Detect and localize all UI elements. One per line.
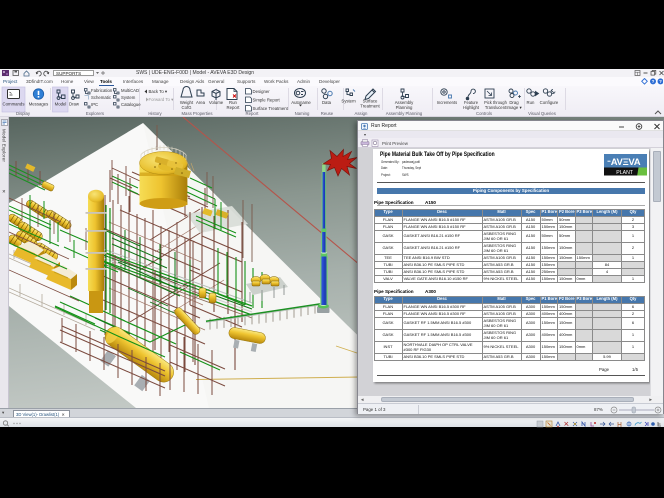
svg-text:Report: Report xyxy=(246,111,260,116)
svg-text:History: History xyxy=(148,111,162,116)
svg-text:Translucent: Translucent xyxy=(485,105,507,110)
svg-text:Treatment: Treatment xyxy=(360,104,380,109)
svg-text:MultiCAD: MultiCAD xyxy=(121,88,139,93)
svg-text:Commands: Commands xyxy=(3,102,25,107)
svg-text:Forward To ▾: Forward To ▾ xyxy=(149,97,174,102)
svg-text:Image ▾: Image ▾ xyxy=(506,105,521,110)
svg-text:Model: Model xyxy=(55,102,67,107)
svg-text:Area: Area xyxy=(196,100,206,105)
svg-text:PLANT: PLANT xyxy=(616,170,634,176)
svg-text:Messages: Messages xyxy=(29,102,49,107)
svg-text:Report: Report xyxy=(227,105,241,110)
svg-text:Autoname: Autoname xyxy=(291,100,311,105)
svg-text:System: System xyxy=(121,95,136,100)
svg-text:Configure: Configure xyxy=(540,100,559,105)
svg-text:?: ? xyxy=(652,79,655,84)
svg-text:Assembly Planning: Assembly Planning xyxy=(386,111,423,116)
svg-text:Data: Data xyxy=(322,100,332,105)
svg-text:AVΞVA: AVΞVA xyxy=(611,157,641,168)
svg-text:Assign: Assign xyxy=(355,111,369,116)
svg-text:Volume: Volume xyxy=(209,100,224,105)
svg-text:Visual Queries: Visual Queries xyxy=(528,111,556,116)
svg-text:Explorers: Explorers xyxy=(86,111,104,116)
svg-text:?: ? xyxy=(659,79,662,84)
svg-text:Catalogue: Catalogue xyxy=(121,102,141,107)
svg-text:Reuse: Reuse xyxy=(321,111,334,116)
svg-text:Display: Display xyxy=(16,111,31,116)
svg-text:Fabrication: Fabrication xyxy=(91,88,113,93)
svg-text:Controls: Controls xyxy=(476,111,492,116)
svg-text:System: System xyxy=(341,99,356,104)
svg-text:Schematic: Schematic xyxy=(91,95,112,100)
svg-text:Draw: Draw xyxy=(69,102,80,107)
svg-text:Simple Report: Simple Report xyxy=(253,98,281,103)
svg-text:Planning: Planning xyxy=(396,105,413,110)
svg-text:Naming: Naming xyxy=(295,111,310,116)
svg-text:Increments: Increments xyxy=(437,100,457,105)
svg-text:Designer: Designer xyxy=(253,89,271,94)
svg-text:Mass Properties: Mass Properties xyxy=(181,111,212,116)
svg-text:IPC: IPC xyxy=(91,102,98,107)
svg-text:Run: Run xyxy=(527,100,535,105)
svg-text:Highlight: Highlight xyxy=(463,105,480,110)
svg-text:CofG: CofG xyxy=(181,105,192,110)
svg-text:Back To ▾: Back To ▾ xyxy=(149,89,168,94)
